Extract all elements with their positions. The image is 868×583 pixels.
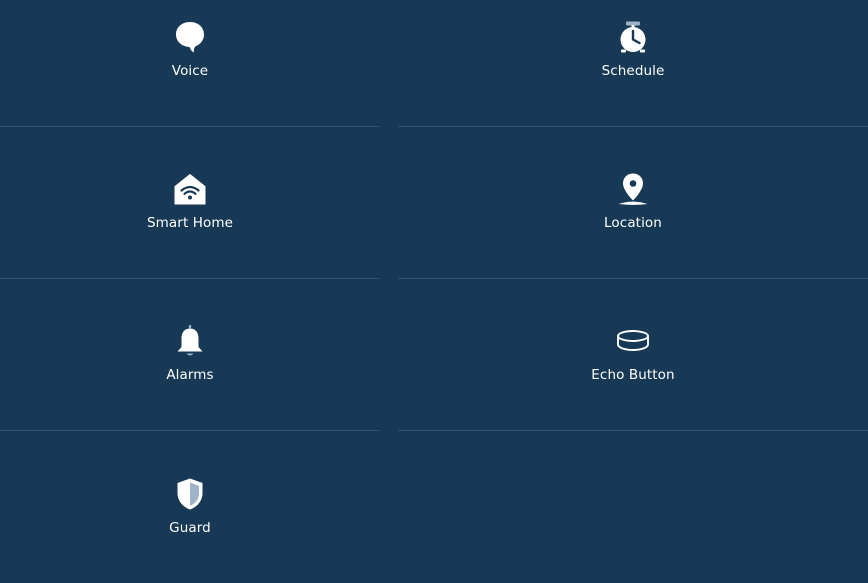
tile-smart-home[interactable]: Smart Home bbox=[0, 152, 380, 278]
tile-label-guard: Guard bbox=[169, 520, 211, 536]
tile-label-voice: Voice bbox=[171, 63, 209, 79]
row-divider bbox=[398, 126, 868, 127]
row-divider bbox=[0, 278, 380, 279]
tile-label-smart-home: Smart Home bbox=[147, 215, 233, 231]
alarm-clock-icon bbox=[616, 20, 650, 54]
tile-label-schedule: Schedule bbox=[601, 63, 665, 79]
row-divider bbox=[398, 430, 868, 431]
row-divider bbox=[0, 430, 380, 431]
smart-home-icon bbox=[173, 172, 207, 206]
trigger-grid: Voice Schedule Smart Home Location Alarm… bbox=[0, 0, 868, 555]
tile-label-alarms: Alarms bbox=[166, 367, 214, 383]
shield-icon bbox=[173, 477, 207, 511]
tile-label-location: Location bbox=[604, 215, 662, 231]
echo-button-icon bbox=[616, 324, 650, 358]
tile-echo-button[interactable]: Echo Button bbox=[398, 304, 868, 430]
location-pin-icon bbox=[616, 172, 650, 206]
tile-guard[interactable]: Guard bbox=[0, 457, 380, 583]
speech-bubble-icon bbox=[173, 20, 207, 54]
tile-schedule[interactable]: Schedule bbox=[398, 0, 868, 126]
tile-label-echo-button: Echo Button bbox=[591, 367, 675, 383]
bell-icon bbox=[173, 324, 207, 358]
tile-location[interactable]: Location bbox=[398, 152, 868, 278]
row-divider bbox=[398, 278, 868, 279]
tile-voice[interactable]: Voice bbox=[0, 0, 380, 126]
row-divider bbox=[0, 126, 380, 127]
tile-alarms[interactable]: Alarms bbox=[0, 304, 380, 430]
